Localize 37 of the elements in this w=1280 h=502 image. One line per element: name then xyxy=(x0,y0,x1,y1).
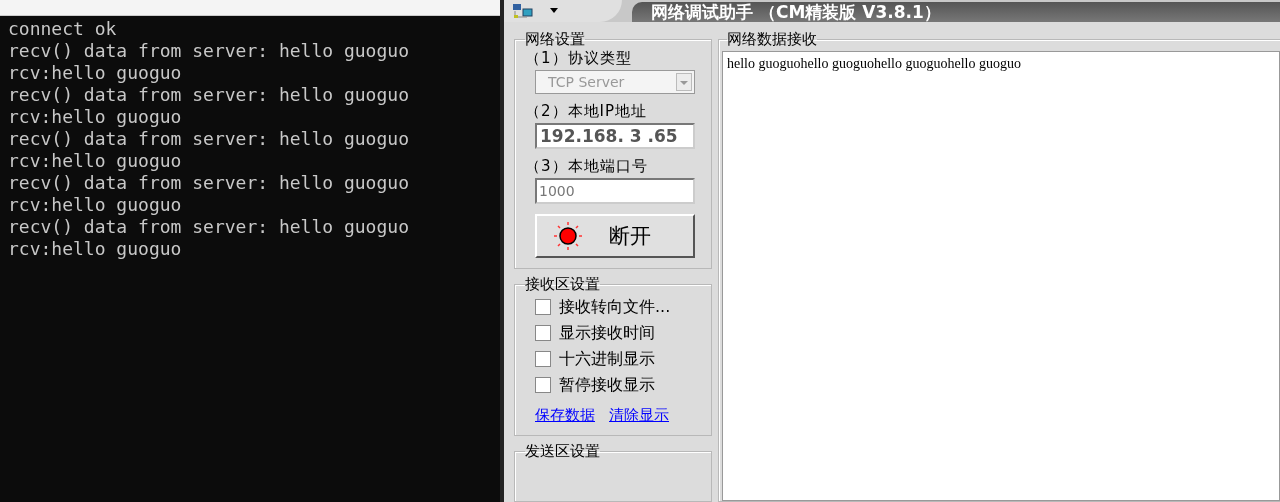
console-line: rcv:hello guoguo xyxy=(8,194,183,216)
receive-text-area[interactable]: hello guoguohello guoguohello guoguohello guoguo xyxy=(722,51,1280,501)
field-label: （1）协议类型 xyxy=(525,49,633,68)
checkbox-label: 显示接收时间 xyxy=(559,322,655,344)
received-text: hello guoguohello guoguohello guoguohello guoguo xyxy=(727,56,1021,71)
disconnect-button[interactable]: 断开 xyxy=(535,214,695,258)
console-line: recv() data from server: hello guoguo xyxy=(8,172,410,194)
console-line: rcv:hello guoguo xyxy=(8,106,183,128)
group-title: 发送区设置 xyxy=(525,442,600,461)
console-line: recv() data from server: hello guoguo xyxy=(8,128,410,150)
checkbox[interactable] xyxy=(535,377,551,393)
system-menu-button[interactable] xyxy=(504,0,622,22)
checkbox-label: 暂停接收显示 xyxy=(559,374,655,396)
window-title: 网络调试助手 （CM精装版 V3.8.1） xyxy=(651,2,941,22)
caret-icon xyxy=(550,8,558,14)
network-computer-icon xyxy=(512,3,534,19)
port-field[interactable]: 1000 xyxy=(535,178,695,204)
ip-address-field[interactable]: 192.168. 3 .65 xyxy=(535,123,695,149)
console-line: rcv:hello guoguo xyxy=(8,150,183,172)
checkbox[interactable] xyxy=(535,325,551,341)
checkbox[interactable] xyxy=(535,299,551,315)
console-line: rcv:hello guoguo xyxy=(8,62,183,84)
checkbox-label: 接收转向文件... xyxy=(559,296,671,318)
link[interactable]: 清除显示 xyxy=(609,406,669,425)
checkbox[interactable] xyxy=(535,351,551,367)
console-line: recv() data from server: hello guoguo xyxy=(8,216,410,238)
console-line: connect ok xyxy=(8,18,118,40)
link[interactable]: 保存数据 xyxy=(535,406,595,425)
group-title: 网络设置 xyxy=(525,30,585,49)
checkbox-label: 十六进制显示 xyxy=(559,348,655,370)
console-line: rcv:hello guoguo xyxy=(8,238,183,260)
console-line: recv() data from server: hello guoguo xyxy=(8,84,410,106)
console-line: recv() data from server: hello guoguo xyxy=(8,40,410,62)
field-label: （2）本地IP地址 xyxy=(525,102,648,121)
field-label: （3）本地端口号 xyxy=(525,157,649,176)
group-title: 接收区设置 xyxy=(525,275,600,294)
group-title: 网络数据接收 xyxy=(727,30,817,49)
